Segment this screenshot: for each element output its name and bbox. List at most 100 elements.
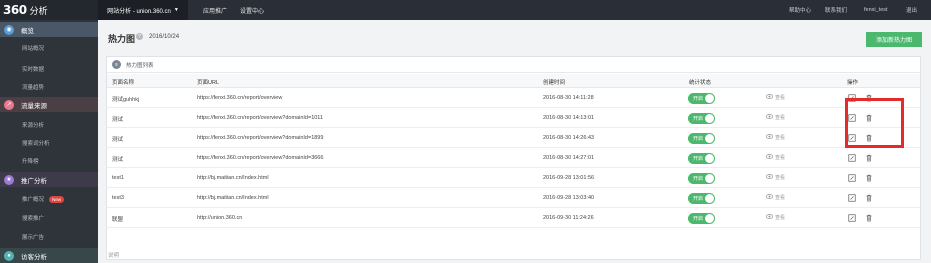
nav-app-promotion[interactable]: 应用推广 <box>203 0 227 20</box>
view-link[interactable]: 查看 <box>765 214 786 221</box>
highlight-box <box>845 98 904 148</box>
sidebar-item-realtime[interactable]: 实时数据 <box>0 61 98 77</box>
delete-icon[interactable] <box>865 174 873 184</box>
help-icon[interactable]: ? <box>136 33 143 40</box>
sidebar: ◉ 概览 网站概况 实时数据 流量趋势 ↗ 流量来源 来源分析 搜索词分析 升降… <box>0 20 98 263</box>
sidebar-item-keyword-analysis[interactable]: 搜索词分析 <box>0 135 98 151</box>
toggle-label: 开启 <box>693 136 704 142</box>
toggle-knob <box>705 194 714 203</box>
sidebar-section-traffic-source[interactable]: ↗ 流量来源 <box>0 97 98 112</box>
view-link[interactable]: 查看 <box>765 114 786 121</box>
view-link[interactable]: 查看 <box>765 174 786 181</box>
top-bar: 360 分析 网站分析 - union.360.cn ▼ 应用推广 设置中心 帮… <box>0 0 931 20</box>
row-created-time: 2016-09-28 13:01:56 <box>543 175 595 181</box>
logo-mark: 360 <box>3 3 27 17</box>
toggle-knob <box>705 214 714 223</box>
sidebar-item-source-analysis[interactable]: 来源分析 <box>0 117 98 133</box>
edit-icon[interactable] <box>848 154 856 164</box>
eye-icon <box>765 134 775 141</box>
add-heatmap-button[interactable]: 添加新热力图 <box>866 32 922 47</box>
row-created-time: 2016-09-28 13:03:40 <box>543 195 595 201</box>
eye-icon <box>765 214 775 221</box>
toggle-label: 开启 <box>693 116 704 122</box>
column-header-page-name: 页面名称 <box>112 80 135 86</box>
status-toggle[interactable]: 开启 <box>688 153 715 164</box>
row-page-name: 测试guhhkj <box>112 97 140 103</box>
column-header-page-url: 页面URL <box>197 80 220 86</box>
globe-icon: ◉ <box>4 24 14 35</box>
main-content: 热力图 ? 2016/10/24 添加新热力图 ≡ 热力图列表 页面名称 页面U… <box>98 20 931 263</box>
table-row: 测试 https://fenxi.360.cn/report/overview?d… <box>107 109 920 128</box>
sidebar-item-search-promotion[interactable]: 搜索推广 <box>0 210 98 226</box>
sidebar-section-label: 推广分析 <box>21 177 47 185</box>
contact-us-link[interactable]: 联系我们 <box>825 0 847 20</box>
toggle-label: 开启 <box>693 176 704 182</box>
view-link[interactable]: 查看 <box>765 154 785 161</box>
note-title: 说明 <box>108 253 120 259</box>
edit-icon[interactable] <box>848 174 856 184</box>
sidebar-item-ranking[interactable]: 升降榜 <box>0 153 98 169</box>
table-row: 测试 https://fenxi.360.cn/report/overview?d… <box>107 129 920 148</box>
status-toggle[interactable]: 开启 <box>688 173 715 184</box>
sidebar-section-overview[interactable]: ◉ 概览 <box>0 22 98 37</box>
view-link[interactable]: 查看 <box>765 94 785 101</box>
panel-header: ≡ 热力图列表 <box>107 57 920 73</box>
row-page-url[interactable]: http://bj.maitian.cn/Index.html <box>197 175 269 181</box>
panel-title: 热力图列表 <box>126 62 154 69</box>
logout-link[interactable]: 退出 <box>906 0 917 20</box>
delete-icon[interactable] <box>865 194 873 204</box>
eye-icon <box>765 154 775 161</box>
sidebar-section-label: 访客分析 <box>21 253 47 261</box>
edit-icon[interactable] <box>848 214 856 224</box>
row-page-name: 测试 <box>112 117 124 123</box>
sidebar-item-traffic-trend[interactable]: 流量趋势 <box>0 79 98 95</box>
view-label: 查看 <box>775 115 786 121</box>
sidebar-section-visitor[interactable]: ● 访客分析 <box>0 248 98 263</box>
column-header-actions: 操作 <box>847 80 859 86</box>
logo[interactable]: 360 分析 <box>0 0 98 20</box>
eye-icon <box>765 174 775 181</box>
row-page-url[interactable]: http://bj.maitian.cn/Index.html <box>197 195 269 201</box>
status-toggle[interactable]: 开启 <box>688 193 715 204</box>
delete-icon[interactable] <box>865 214 873 224</box>
view-link[interactable]: 查看 <box>765 194 785 201</box>
toggle-label: 开启 <box>693 216 704 222</box>
column-header-created-time: 创建时间 <box>543 80 566 86</box>
new-badge: New <box>49 195 65 203</box>
source-icon: ↗ <box>4 99 14 110</box>
row-page-url[interactable]: https://fenxi.360.cn/report/overview <box>197 95 282 101</box>
edit-icon[interactable] <box>848 194 856 204</box>
toggle-knob <box>705 174 714 183</box>
eye-icon <box>765 94 775 101</box>
username[interactable]: fenxi_test <box>864 0 888 20</box>
toggle-label: 开启 <box>693 96 704 102</box>
nav-settings-center[interactable]: 设置中心 <box>240 0 264 20</box>
status-toggle[interactable]: 开启 <box>688 113 715 124</box>
row-page-name: 测试 <box>112 137 124 143</box>
heatmap-list-panel: ≡ 热力图列表 页面名称 页面URL 创建时间 统计状态 操作 测试guhhkj… <box>106 56 921 260</box>
delete-icon[interactable] <box>865 154 873 164</box>
row-page-url[interactable]: https://fenxi.360.cn/report/overview?dom… <box>197 155 323 161</box>
status-toggle[interactable]: 开启 <box>688 133 715 144</box>
view-label: 查看 <box>775 175 786 181</box>
sidebar-item-label: 推广概况 <box>22 197 45 203</box>
table-header: 页面名称 页面URL 创建时间 统计状态 操作 <box>107 74 920 88</box>
user-icon: ● <box>4 250 14 261</box>
view-link[interactable]: 查看 <box>765 134 785 141</box>
sidebar-item-promotion-overview[interactable]: 推广概况 New <box>0 191 98 207</box>
row-created-time: 2016-08-30 14:26:43 <box>543 135 595 141</box>
row-page-url[interactable]: https://fenxi.360.cn/report/overview?dom… <box>197 135 323 141</box>
list-icon: ≡ <box>112 60 121 69</box>
sidebar-item-site-overview[interactable]: 网站概况 <box>0 40 98 56</box>
help-center-link[interactable]: 帮助中心 <box>789 0 811 20</box>
row-created-time: 2016-08-30 14:11:28 <box>543 95 594 101</box>
sidebar-item-display-ads[interactable]: 展示广告 <box>0 229 98 245</box>
view-label: 查看 <box>775 215 786 221</box>
status-toggle[interactable]: 开启 <box>688 213 715 224</box>
row-created-time: 2016-08-30 14:27:01 <box>543 155 595 161</box>
status-toggle[interactable]: 开启 <box>688 93 715 104</box>
sidebar-section-promotion[interactable]: ★ 推广分析 <box>0 172 98 187</box>
row-page-url[interactable]: http://union.360.cn <box>197 215 242 221</box>
row-page-url[interactable]: https://fenxi.360.cn/report/overview?dom… <box>197 115 323 121</box>
site-selector[interactable]: 网站分析 - union.360.cn ▼ <box>98 0 188 20</box>
